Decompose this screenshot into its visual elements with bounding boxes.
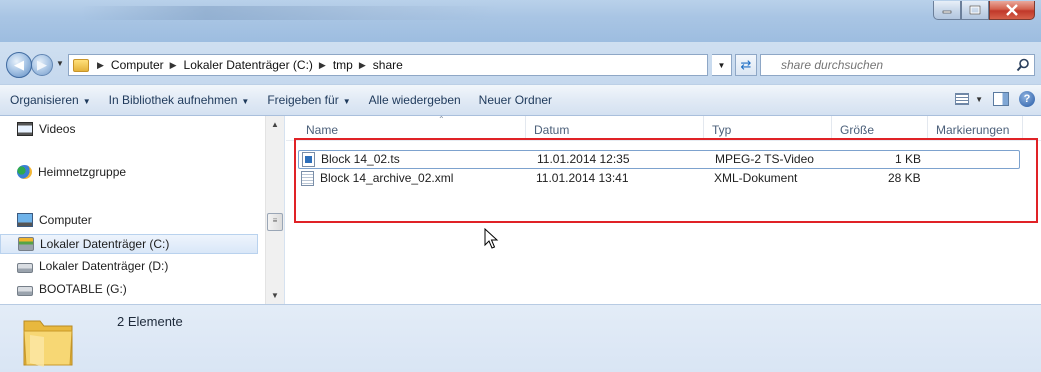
column-header-tags[interactable]: Markierungen bbox=[928, 116, 1023, 140]
sidebar-item-label: Lokaler Datenträger (D:) bbox=[39, 259, 169, 273]
help-icon[interactable]: ? bbox=[1019, 91, 1035, 107]
add-to-library-menu[interactable]: In Bibliothek aufnehmen ▼ bbox=[103, 93, 262, 107]
sidebar-item-computer[interactable]: Computer bbox=[17, 213, 92, 227]
breadcrumb-share[interactable]: share bbox=[373, 58, 403, 72]
sidebar-item-videos[interactable]: Videos bbox=[17, 122, 75, 136]
folder-icon bbox=[73, 58, 89, 72]
column-header-label: Typ bbox=[712, 123, 732, 137]
forward-arrow-icon: ▶ bbox=[37, 57, 47, 72]
chevron-right-icon[interactable]: ▶ bbox=[359, 60, 366, 71]
minimize-icon bbox=[942, 10, 952, 14]
minimize-button[interactable] bbox=[933, 1, 961, 20]
computer-icon bbox=[17, 213, 33, 227]
search-input[interactable] bbox=[781, 58, 1006, 72]
forward-button[interactable]: ▶ bbox=[31, 54, 53, 76]
scroll-down-arrow-icon[interactable]: ▼ bbox=[266, 287, 284, 304]
window-controls bbox=[933, 1, 1035, 20]
system-drive-icon bbox=[18, 237, 34, 251]
homegroup-icon bbox=[17, 165, 32, 179]
title-bar[interactable] bbox=[0, 0, 1041, 42]
breadcrumb-drive-c[interactable]: Lokaler Datenträger (C:) bbox=[184, 58, 313, 72]
nav-scrollbar[interactable]: ▲ ≡ ▼ bbox=[265, 116, 284, 304]
close-button[interactable] bbox=[989, 1, 1035, 20]
sidebar-item-label: Computer bbox=[39, 213, 92, 227]
maximize-icon bbox=[969, 5, 981, 15]
sidebar-item-label: Videos bbox=[39, 122, 76, 136]
close-icon bbox=[1006, 4, 1018, 16]
column-header-date[interactable]: Datum bbox=[526, 116, 704, 140]
mouse-cursor-icon bbox=[484, 228, 499, 249]
sidebar-item-drive-c[interactable]: Lokaler Datenträger (C:) bbox=[0, 234, 258, 254]
refresh-button[interactable]: ⇄ bbox=[735, 54, 757, 76]
sidebar-item-bootable-g[interactable]: BOOTABLE (G:) bbox=[17, 282, 127, 296]
details-pane: 2 Elemente bbox=[0, 304, 1041, 372]
view-list-icon bbox=[955, 93, 970, 105]
chevron-down-icon: ▼ bbox=[717, 60, 726, 70]
sidebar-item-label: BOOTABLE (G:) bbox=[39, 282, 127, 296]
blurred-title bbox=[80, 6, 500, 20]
new-folder-button[interactable]: Neuer Ordner bbox=[473, 93, 564, 107]
play-all-button[interactable]: Alle wiedergeben bbox=[363, 93, 473, 107]
address-row: ◀ ▶ ▼ ▶ Computer ▶ Lokaler Datenträger (… bbox=[0, 42, 1041, 84]
scroll-thumb[interactable]: ≡ bbox=[267, 213, 283, 231]
drive-icon bbox=[17, 262, 33, 273]
play-all-label: Alle wiedergeben bbox=[368, 93, 461, 107]
column-header-label: Markierungen bbox=[936, 123, 1010, 137]
navigation-pane: Videos Heimnetzgruppe Computer Lokaler D… bbox=[0, 116, 285, 304]
share-with-menu[interactable]: Freigeben für ▼ bbox=[261, 93, 362, 107]
column-header-name[interactable]: Name ⌃ bbox=[298, 115, 526, 140]
refresh-icon: ⇄ bbox=[740, 57, 752, 72]
change-view-button[interactable]: ▼ bbox=[955, 93, 983, 105]
chevron-down-icon: ▼ bbox=[82, 97, 91, 106]
red-highlight-box bbox=[294, 138, 1038, 223]
sidebar-item-drive-d[interactable]: Lokaler Datenträger (D:) bbox=[17, 259, 168, 273]
address-dropdown-button[interactable]: ▼ bbox=[712, 54, 732, 76]
column-header-label: Datum bbox=[534, 123, 570, 137]
column-header-label: Größe bbox=[840, 123, 875, 137]
column-header-size[interactable]: Größe bbox=[832, 116, 928, 140]
preview-pane-icon[interactable] bbox=[993, 92, 1009, 106]
chevron-right-icon[interactable]: ▶ bbox=[170, 60, 177, 71]
chevron-right-icon[interactable]: ▶ bbox=[97, 60, 104, 71]
column-header-type[interactable]: Typ bbox=[704, 116, 832, 140]
breadcrumb-tmp[interactable]: tmp bbox=[333, 58, 353, 72]
organize-menu[interactable]: Organisieren ▼ bbox=[4, 93, 103, 107]
search-box bbox=[760, 54, 1035, 76]
add-to-library-label: In Bibliothek aufnehmen bbox=[108, 93, 238, 107]
chevron-right-icon[interactable]: ▶ bbox=[319, 60, 326, 71]
back-button[interactable]: ◀ bbox=[6, 52, 32, 78]
sort-ascending-icon: ⌃ bbox=[438, 115, 445, 124]
scroll-up-arrow-icon[interactable]: ▲ bbox=[266, 116, 284, 133]
share-with-label: Freigeben für bbox=[267, 93, 339, 107]
video-library-icon bbox=[17, 122, 33, 136]
new-folder-label: Neuer Ordner bbox=[478, 93, 553, 107]
chevron-down-icon: ▼ bbox=[241, 97, 250, 106]
sidebar-item-label: Heimnetzgruppe bbox=[38, 165, 127, 179]
search-icon[interactable] bbox=[1016, 58, 1030, 72]
command-bar: Organisieren ▼ In Bibliothek aufnehmen ▼ F… bbox=[0, 84, 1041, 116]
column-header-label: Name bbox=[306, 123, 339, 137]
organize-label: Organisieren bbox=[10, 93, 79, 107]
chevron-down-icon: ▼ bbox=[975, 94, 983, 104]
item-count: 2 Elemente bbox=[117, 314, 183, 329]
folder-large-icon bbox=[23, 320, 73, 367]
chevron-down-icon: ▼ bbox=[342, 97, 351, 106]
maximize-button[interactable] bbox=[961, 1, 989, 20]
breadcrumb-computer[interactable]: Computer bbox=[111, 58, 164, 72]
drive-icon bbox=[17, 285, 33, 296]
sidebar-item-label: Lokaler Datenträger (C:) bbox=[40, 237, 170, 251]
sidebar-item-homegroup[interactable]: Heimnetzgruppe bbox=[17, 165, 126, 179]
address-bar[interactable]: ▶ Computer ▶ Lokaler Datenträger (C:) ▶ … bbox=[68, 54, 708, 76]
recent-pages-dropdown[interactable]: ▼ bbox=[56, 59, 64, 68]
command-bar-right: ▼ ? bbox=[955, 91, 1035, 107]
back-arrow-icon: ◀ bbox=[14, 57, 24, 72]
breadcrumb: ▶ Computer ▶ Lokaler Datenträger (C:) ▶ … bbox=[73, 58, 403, 72]
